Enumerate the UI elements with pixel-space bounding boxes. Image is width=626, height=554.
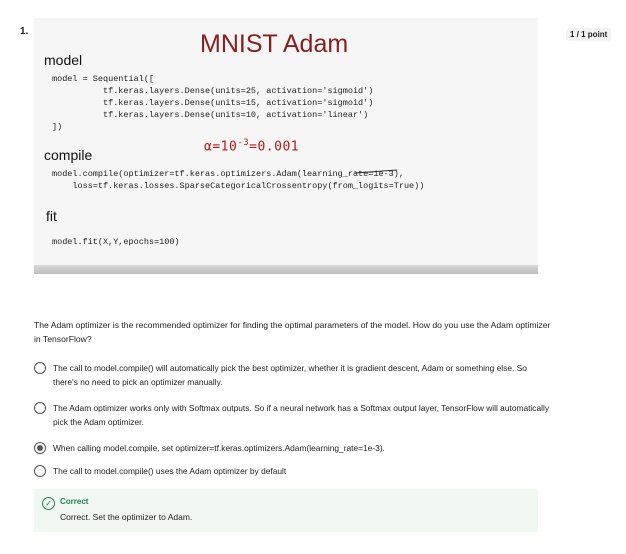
option-label: The call to model.compile() uses the Ada… <box>53 466 287 476</box>
annotation-tail: =0.001 <box>249 139 300 155</box>
handwritten-annotation: α=10-3=0.001 <box>204 138 299 154</box>
section-compile-label: compile <box>44 147 93 163</box>
option-label: The call to model.compile() will automat… <box>53 363 527 387</box>
code-model: model = Sequential([ tf.keras.layers.Den… <box>52 74 374 132</box>
section-model-label: model <box>44 52 83 68</box>
feedback-label: Correct <box>60 497 89 506</box>
option-1[interactable]: The call to model.compile() will automat… <box>34 361 554 389</box>
slide-title: MNIST Adam <box>200 30 349 58</box>
slide-bottom-bar <box>34 265 538 274</box>
feedback-panel: ✓ Correct Correct. Set the optimizer to … <box>34 489 538 532</box>
section-fit-label: fit <box>46 208 57 224</box>
code-compile: model.compile(optimizer=tf.keras.optimiz… <box>52 169 425 191</box>
radio-button[interactable] <box>34 465 46 477</box>
option-label: The Adam optimizer works only with Softm… <box>53 403 550 427</box>
feedback-message: Correct. Set the optimizer to Adam. <box>60 512 193 522</box>
option-label: When calling model.compile, set optimize… <box>53 443 385 453</box>
radio-button[interactable] <box>34 402 46 414</box>
question-number: 1. <box>20 26 29 37</box>
check-circle-icon: ✓ <box>42 497 55 510</box>
question-text: The Adam optimizer is the recommended op… <box>34 320 551 344</box>
annotation-base: α=10 <box>204 139 238 155</box>
radio-button[interactable] <box>34 362 46 374</box>
option-2[interactable]: The Adam optimizer works only with Softm… <box>34 401 554 429</box>
radio-button-selected[interactable] <box>34 442 46 454</box>
option-3[interactable]: When calling model.compile, set optimize… <box>34 441 554 455</box>
annotation-exponent: -3 <box>237 138 250 148</box>
code-fit: model.fit(X,Y,epochs=100) <box>52 237 180 247</box>
points-badge: 1 / 1 point <box>566 28 612 41</box>
option-4[interactable]: The call to model.compile() uses the Ada… <box>34 464 554 478</box>
